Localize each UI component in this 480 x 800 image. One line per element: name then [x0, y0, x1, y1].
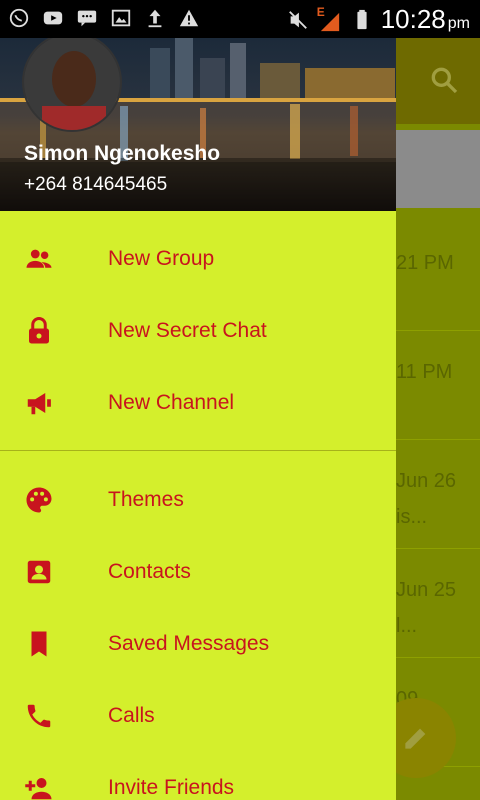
menu-item-calls[interactable]: Calls	[0, 680, 396, 752]
chat-row[interactable]: Jun 26 is...	[396, 440, 480, 549]
chat-row[interactable]: 11 PM	[396, 331, 480, 440]
chat-time: 21 PM	[396, 252, 454, 274]
pencil-icon	[405, 728, 426, 749]
chat-time: Jun 26	[396, 470, 457, 492]
group-icon	[24, 244, 54, 274]
signal-icon	[320, 12, 339, 31]
warning-icon	[179, 9, 199, 27]
whatsapp-icon	[9, 8, 29, 28]
menu-item-label: New Group	[108, 247, 215, 270]
palette-icon	[24, 485, 54, 515]
mute-icon	[288, 10, 307, 29]
chat-time: Jun 25	[396, 579, 457, 601]
image-icon	[111, 9, 131, 27]
menu-item-themes[interactable]: Themes	[0, 464, 396, 536]
menu-item-new-group[interactable]: New Group	[0, 223, 396, 295]
menu-item-contacts[interactable]: Contacts	[0, 536, 396, 608]
chat-snippet: l...	[396, 615, 418, 637]
upload-icon	[148, 9, 162, 28]
megaphone-icon	[24, 388, 54, 418]
user-name: Simon Ngenokesho	[24, 142, 221, 165]
search-icon[interactable]	[428, 64, 460, 96]
battery-icon	[357, 9, 367, 29]
status-bar: E 10:28 pm	[0, 0, 480, 38]
chat-icon	[77, 10, 97, 27]
clock-ampm: pm	[447, 15, 470, 32]
menu-item-label: New Channel	[108, 391, 235, 414]
menu-item-label: Calls	[108, 704, 155, 727]
signal-indicator: E	[317, 5, 343, 33]
chat-row[interactable]: 21 PM	[396, 222, 480, 331]
chat-row[interactable]: Jun 25 l...	[396, 549, 480, 658]
menu-item-invite-friends[interactable]: Invite Friends	[0, 752, 396, 800]
phone-icon	[24, 701, 54, 731]
user-phone: +264 814645465	[24, 174, 168, 195]
youtube-icon	[43, 11, 63, 25]
lock-icon	[24, 316, 54, 346]
menu-item-label: Invite Friends	[108, 776, 235, 799]
menu-item-label: New Secret Chat	[108, 319, 267, 342]
menu-item-new-secret-chat[interactable]: New Secret Chat	[0, 295, 396, 367]
menu-item-label: Contacts	[108, 560, 191, 583]
menu-item-label: Themes	[108, 488, 184, 511]
menu-item-label: Saved Messages	[108, 632, 270, 655]
add-person-icon	[24, 773, 54, 800]
contacts-icon	[24, 557, 54, 587]
navigation-drawer: Simon Ngenokesho +264 814645465 New Grou…	[0, 38, 396, 800]
menu-item-saved-messages[interactable]: Saved Messages	[0, 608, 396, 680]
menu-divider	[0, 450, 396, 451]
chat-snippet: is...	[396, 506, 428, 528]
clock-time: 10:28	[380, 4, 446, 34]
menu-item-new-channel[interactable]: New Channel	[0, 367, 396, 439]
bookmark-icon	[24, 629, 54, 659]
drawer-header: Simon Ngenokesho +264 814645465	[0, 38, 396, 211]
chat-time: 11 PM	[396, 361, 453, 383]
